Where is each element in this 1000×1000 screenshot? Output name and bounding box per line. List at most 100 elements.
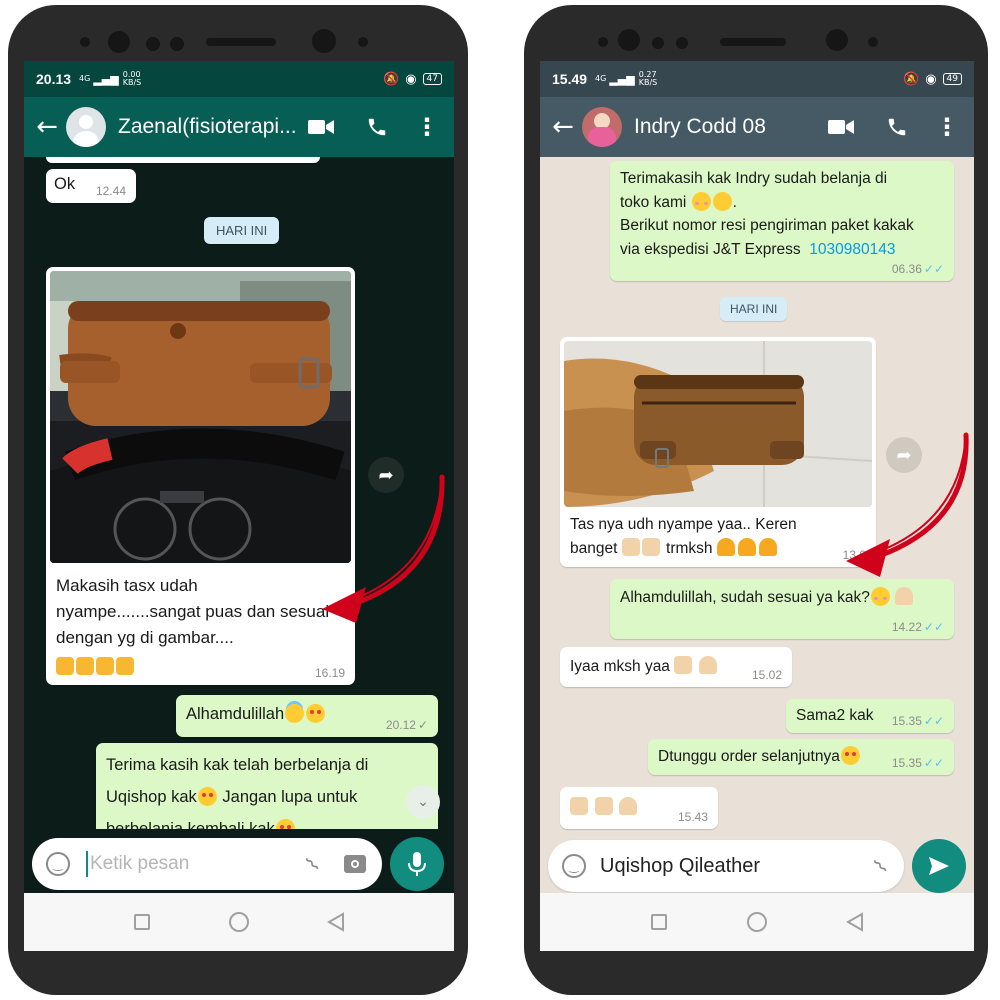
message-text: Berikut nomor resi pengiriman paket kaka…	[620, 217, 914, 234]
battery-indicator: 49	[942, 73, 962, 85]
system-nav-bar	[540, 893, 974, 951]
outgoing-message[interactable]: Terimakasih kak Indry sudah belanja di t…	[610, 161, 954, 281]
read-check-icon: ✓✓	[923, 714, 944, 728]
message-time: 06.36 ✓✓	[891, 262, 944, 276]
home-button[interactable]	[226, 909, 252, 935]
message-text: toko kami	[620, 193, 687, 211]
more-options-icon[interactable]: ⋮	[408, 108, 446, 146]
sensor-dot	[146, 37, 160, 51]
message-time: 15.35 ✓✓	[891, 714, 944, 728]
left-phone: 20.13 4G ▂▄▆ 0.00 KB/S 🔕 ◉ 47 ← Zaenal(fi…	[8, 5, 468, 995]
sensor-dot	[676, 37, 688, 49]
right-screen: 15.49 4G ▂▄▆ 0.27 KB/S 🔕 ◉ 49 ← Indry Cod…	[540, 61, 974, 951]
thumbs-up-emoji	[570, 797, 588, 815]
status-bar: 15.49 4G ▂▄▆ 0.27 KB/S 🔕 ◉ 49	[540, 61, 974, 97]
tracking-number-link[interactable]: 1030980143	[809, 241, 895, 258]
front-camera	[108, 31, 130, 53]
praying-hands-emoji	[716, 538, 735, 556]
chat-header: ← Indry Codd 08 ⋮	[540, 97, 974, 157]
outgoing-message[interactable]: Dtunggu order selanjutnya 15.35 ✓✓	[648, 739, 954, 775]
smiling-hearts-emoji	[306, 704, 326, 723]
incoming-message[interactable]: Iyaa mksh yaa 15.02	[560, 647, 792, 687]
right-phone: 15.49 4G ▂▄▆ 0.27 KB/S 🔕 ◉ 49 ← Indry Cod…	[524, 5, 988, 995]
read-check-icon: ✓✓	[923, 756, 944, 770]
thumbs-up-emoji	[674, 656, 693, 674]
smiling-hearts-emoji	[840, 746, 860, 765]
back-arrow-icon[interactable]: ←	[30, 112, 64, 142]
smiling-emoji	[691, 191, 711, 211]
praying-hands-emoji	[698, 656, 717, 674]
status-bar: 20.13 4G ▂▄▆ 0.00 KB/S 🔕 ◉ 47	[24, 61, 454, 97]
message-input[interactable]: ‿ Uqishop Qileather ⌇	[548, 840, 904, 892]
contact-name[interactable]: Indry Codd 08	[634, 115, 822, 139]
bag-photo[interactable]	[564, 341, 872, 507]
more-options-icon[interactable]: ⋮	[928, 108, 966, 146]
photo-caption: Tas nya udh nyampe yaa.. Keren banget tr…	[570, 513, 866, 561]
incoming-message[interactable]: 15.43	[560, 787, 718, 829]
incoming-photo-message[interactable]: Tas nya udh nyampe yaa.. Keren banget tr…	[560, 337, 876, 567]
message-text: via ekspedisi J&T Express	[620, 240, 801, 258]
recent-apps-button[interactable]	[646, 909, 672, 935]
input-placeholder: Ketik pesan	[90, 853, 190, 874]
chat-header: ← Zaenal(fisioterapi... ⋮	[24, 97, 454, 157]
message-time: 15.35 ✓✓	[891, 756, 944, 770]
thumbs-up-emoji	[594, 797, 613, 815]
back-button[interactable]	[842, 909, 868, 935]
signal-icon: ▂▄▆	[93, 72, 119, 86]
left-screen: 20.13 4G ▂▄▆ 0.00 KB/S 🔕 ◉ 47 ← Zaenal(fi…	[24, 61, 454, 951]
message-input[interactable]: ‿ Ketik pesan ⌇	[32, 838, 382, 890]
back-button[interactable]	[323, 909, 349, 935]
network-speed: 0.00 KB/S	[122, 70, 142, 87]
system-nav-bar	[24, 893, 454, 951]
message-text: trmksh	[666, 540, 713, 557]
front-camera	[826, 29, 848, 51]
voice-message-button[interactable]	[390, 837, 444, 891]
send-button[interactable]	[912, 839, 966, 893]
video-call-icon[interactable]	[822, 108, 860, 146]
attach-icon[interactable]: ⌇	[869, 854, 894, 879]
text-cursor	[86, 851, 88, 877]
message-input-bar: ‿ Uqishop Qileather ⌇	[540, 831, 974, 901]
message-text: Alhamdulillah	[186, 705, 285, 723]
phone-call-icon[interactable]	[878, 108, 916, 146]
incoming-message[interactable]: Ok 12.44	[46, 169, 136, 203]
hugging-emoji	[712, 191, 732, 211]
emoji-thumbs-row	[56, 655, 136, 680]
phone-call-icon[interactable]	[358, 108, 396, 146]
video-call-icon[interactable]	[302, 108, 340, 146]
recent-apps-button[interactable]	[129, 909, 155, 935]
incoming-photo-message[interactable]: Makasih tasx udah nyampe.......sangat pu…	[46, 267, 355, 685]
avatar[interactable]	[582, 107, 622, 147]
message-text: Uqishop kak	[106, 788, 197, 806]
message-input-bar: ‿ Ketik pesan ⌇	[24, 829, 454, 899]
sensor-dot	[868, 37, 878, 47]
praying-hands-emoji	[619, 797, 638, 815]
message-text: Iyaa mksh yaa	[570, 658, 670, 675]
message-text: Ok	[54, 175, 76, 193]
outgoing-message[interactable]: Alhamdulillah 20.12 ✓	[176, 695, 438, 737]
signal-label: 4G	[79, 74, 91, 83]
outgoing-message[interactable]: Alhamdulillah, sudah sesuai ya kak? 14.2…	[610, 579, 954, 639]
outgoing-message[interactable]: Sama2 kak 15.35 ✓✓	[786, 699, 954, 733]
scroll-down-button[interactable]: ⌄	[406, 785, 440, 819]
mute-icon: 🔕	[383, 71, 400, 87]
praying-hands-emoji	[758, 538, 777, 556]
thumbs-up-emoji	[116, 657, 134, 675]
date-chip: HARI INI	[720, 297, 788, 321]
bag-photo[interactable]	[50, 271, 351, 563]
avatar[interactable]	[66, 107, 106, 147]
camera-icon[interactable]	[344, 855, 366, 873]
incoming-message-partial	[46, 157, 320, 163]
message-text: Dtunggu order selanjutnya	[658, 748, 840, 765]
microphone-icon	[408, 852, 426, 876]
contact-name[interactable]: Zaenal(fisioterapi...	[118, 115, 302, 139]
back-arrow-icon[interactable]: ←	[546, 112, 580, 142]
thumbs-up-emoji	[621, 538, 640, 556]
home-button[interactable]	[744, 909, 770, 935]
input-value: Uqishop Qileather	[600, 854, 761, 877]
emoji-icon[interactable]: ‿	[46, 852, 70, 876]
read-check-icon: ✓✓	[923, 620, 944, 634]
attach-icon[interactable]: ⌇	[301, 852, 326, 877]
emoji-icon[interactable]: ‿	[562, 854, 586, 878]
sent-check-icon: ✓	[417, 718, 428, 732]
